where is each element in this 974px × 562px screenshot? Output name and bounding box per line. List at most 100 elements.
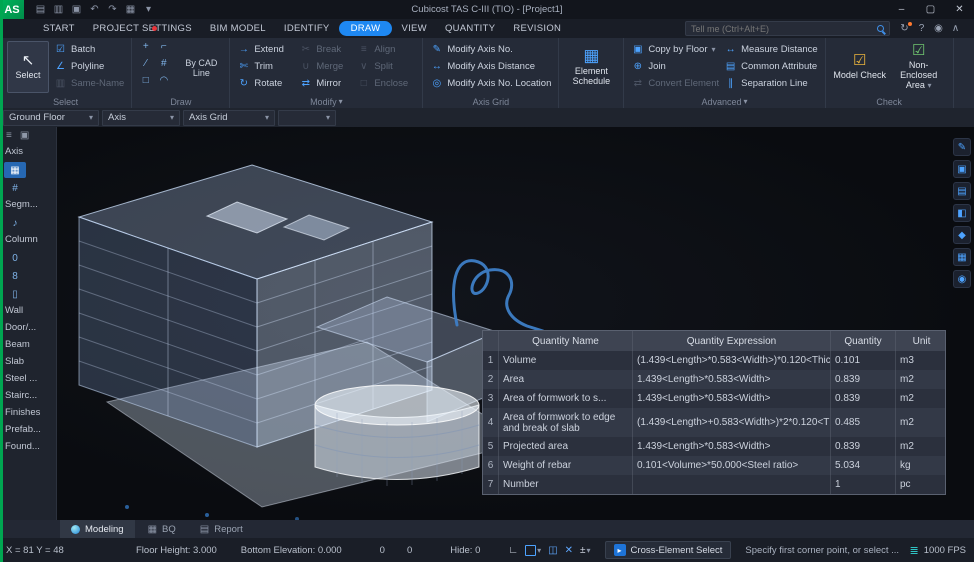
layers-icon[interactable]: ▦ — [953, 248, 971, 266]
tell-me-search[interactable] — [685, 21, 890, 36]
table-row[interactable]: 7 Number 1 pc — [483, 475, 945, 494]
tab-start[interactable]: START — [34, 21, 84, 36]
tab-draw[interactable]: DRAW — [339, 21, 393, 36]
toolbar-more-icon[interactable]: ▾ — [140, 1, 157, 18]
save-icon[interactable]: ▣ — [68, 1, 85, 18]
polyline-select-button[interactable]: ∠ Polyline — [54, 58, 124, 75]
modify-axis-location-button[interactable]: ◎Modify Axis No. Location — [430, 75, 551, 92]
common-attribute-button[interactable]: ▤Common Attribute — [724, 58, 818, 75]
column-round-icon[interactable]: 0 — [4, 250, 26, 266]
tab-project-settings[interactable]: PROJECT SETTINGS — [84, 21, 201, 36]
draw-rect-icon[interactable]: □ — [139, 75, 152, 92]
tab-bq[interactable]: ▦ BQ — [137, 520, 187, 538]
column-composite-icon[interactable]: 8 — [4, 268, 26, 284]
rotate-button[interactable]: ↻Rotate — [237, 75, 299, 92]
tree-list-icon[interactable]: ≡ — [6, 130, 12, 141]
tab-quantity[interactable]: QUANTITY — [436, 21, 504, 36]
sidebar-item-door[interactable]: Door/... — [0, 320, 56, 337]
table-row[interactable]: 3 Area of formwork to s... 1.439<Length>… — [483, 389, 945, 408]
non-enclosed-area-button[interactable]: ☑ Non-Enclosed Area ▾ — [892, 41, 946, 93]
table-row[interactable]: 1 Volume (1.439<Length>*0.583<Width>)*0.… — [483, 351, 945, 370]
help-icon[interactable]: ? — [913, 20, 930, 37]
draw-arc-icon[interactable]: ◠ — [157, 75, 170, 92]
convert-element-button[interactable]: ⇄Convert Element — [631, 75, 719, 92]
element-select[interactable]: Axis Grid▾ — [183, 110, 275, 126]
split-button[interactable]: ∨Split — [357, 58, 415, 75]
sidebar-item-steel[interactable]: Steel ... — [0, 371, 56, 388]
select-button[interactable]: ↖ Select — [7, 41, 49, 93]
sidebar-item-prefab[interactable]: Prefab... — [0, 422, 56, 439]
overlap-select-icon[interactable]: ◫ — [548, 545, 557, 556]
table-row[interactable]: 5 Projected area 1.439<Length>*0.583<Wid… — [483, 437, 945, 456]
sidebar-item-foundation[interactable]: Found... — [0, 439, 56, 456]
modify-axis-distance-button[interactable]: ↔Modify Axis Distance — [430, 58, 551, 75]
minimize-button[interactable]: – — [887, 0, 916, 19]
view-switch-icon[interactable]: ▦ — [122, 1, 139, 18]
sidebar-item-finishes[interactable]: Finishes — [0, 405, 56, 422]
element-filter-icon[interactable]: ◆ — [953, 226, 971, 244]
sidebar-item-wall[interactable]: Wall — [0, 303, 56, 320]
undo-icon[interactable]: ↶ — [86, 1, 103, 18]
new-file-icon[interactable]: ▤ — [32, 1, 49, 18]
draw-line-icon[interactable]: ∕ — [139, 58, 152, 75]
copy-by-floor-button[interactable]: ▣Copy by Floor▾ — [631, 41, 719, 58]
join-button[interactable]: ⊕Join — [631, 58, 719, 75]
tree-panel-icon[interactable]: ▣ — [20, 130, 29, 141]
tab-identify[interactable]: IDENTIFY — [275, 21, 339, 36]
draw-hash-icon[interactable]: # — [157, 58, 170, 75]
axis-grid-tool-icon[interactable]: ▦ — [4, 162, 26, 178]
tab-report[interactable]: ▤ Report — [189, 520, 254, 538]
extra-select[interactable]: ▾ — [278, 110, 336, 126]
table-row[interactable]: 2 Area 1.439<Length>*0.583<Width> 0.839 … — [483, 370, 945, 389]
draw-point-icon[interactable]: + — [139, 41, 152, 58]
sidebar-item-beam[interactable]: Beam — [0, 337, 56, 354]
maximize-button[interactable]: ▢ — [916, 0, 945, 19]
same-name-select-button[interactable]: ▥ Same-Name — [54, 75, 124, 92]
element-schedule-button[interactable]: ▦ Element Schedule — [566, 41, 616, 93]
tell-me-input[interactable] — [691, 24, 873, 34]
segment-tool-icon[interactable]: ♪ — [4, 215, 26, 231]
sidebar-item-slab[interactable]: Slab — [0, 354, 56, 371]
box-select-icon[interactable]: ▾ — [525, 545, 541, 556]
merge-button[interactable]: ∪Merge — [299, 58, 357, 75]
table-row[interactable]: 4 Area of formwork to edge and break of … — [483, 408, 945, 437]
table-row[interactable]: 6 Weight of rebar 0.101<Volume>*50.000<S… — [483, 456, 945, 475]
local-view-icon[interactable]: ▤ — [953, 182, 971, 200]
model-check-button[interactable]: ☑ Model Check — [833, 41, 887, 93]
trim-button[interactable]: ✄Trim — [237, 58, 299, 75]
display-settings-icon[interactable]: ▣ — [953, 160, 971, 178]
tab-modeling[interactable]: Modeling — [60, 520, 135, 538]
by-cad-line-button[interactable]: By CAD Line — [180, 41, 222, 95]
column-pillar-icon[interactable]: ▯ — [4, 286, 26, 302]
batch-select-button[interactable]: ☑ Batch — [54, 41, 124, 58]
update-sync-icon[interactable]: ↻ — [896, 20, 913, 37]
secondary-axis-icon[interactable]: # — [4, 180, 26, 196]
category-select[interactable]: Axis▾ — [102, 110, 180, 126]
solid-shade-icon[interactable]: ◧ — [953, 204, 971, 222]
tab-revision[interactable]: REVISION — [504, 21, 570, 36]
close-button[interactable]: ✕ — [945, 0, 974, 19]
plus-minus-icon[interactable]: ±▾ — [580, 545, 591, 556]
enclose-button[interactable]: □Enclose — [357, 75, 415, 92]
redo-icon[interactable]: ↷ — [104, 1, 121, 18]
style-brush-icon[interactable]: ✎ — [953, 138, 971, 156]
deselect-icon[interactable]: ✕ — [565, 545, 573, 556]
break-button[interactable]: ✂Break — [299, 41, 357, 58]
sidebar-item-segment[interactable]: Segm... — [0, 197, 56, 214]
align-button[interactable]: ≡Align — [357, 41, 415, 58]
dynamic-view-icon[interactable]: ◉ — [953, 270, 971, 288]
account-icon[interactable]: ◉ — [930, 20, 947, 37]
modify-axis-no-button[interactable]: ✎Modify Axis No. — [430, 41, 551, 58]
sidebar-item-axis[interactable]: Axis — [0, 144, 56, 161]
collapse-ribbon-icon[interactable]: ∧ — [947, 20, 964, 37]
separation-line-button[interactable]: ∥Separation Line — [724, 75, 818, 92]
draw-poly-icon[interactable]: ⌐ — [157, 41, 170, 58]
tab-view[interactable]: VIEW — [392, 21, 435, 36]
sidebar-item-column[interactable]: Column — [0, 232, 56, 249]
measure-distance-button[interactable]: ↔Measure Distance — [724, 41, 818, 58]
open-file-icon[interactable]: ▥ — [50, 1, 67, 18]
cross-element-select-button[interactable]: ▸ Cross-Element Select — [605, 541, 732, 559]
mirror-button[interactable]: ⇄Mirror — [299, 75, 357, 92]
extend-button[interactable]: →Extend — [237, 41, 299, 58]
corner-snap-icon[interactable]: ∟ — [508, 545, 518, 556]
